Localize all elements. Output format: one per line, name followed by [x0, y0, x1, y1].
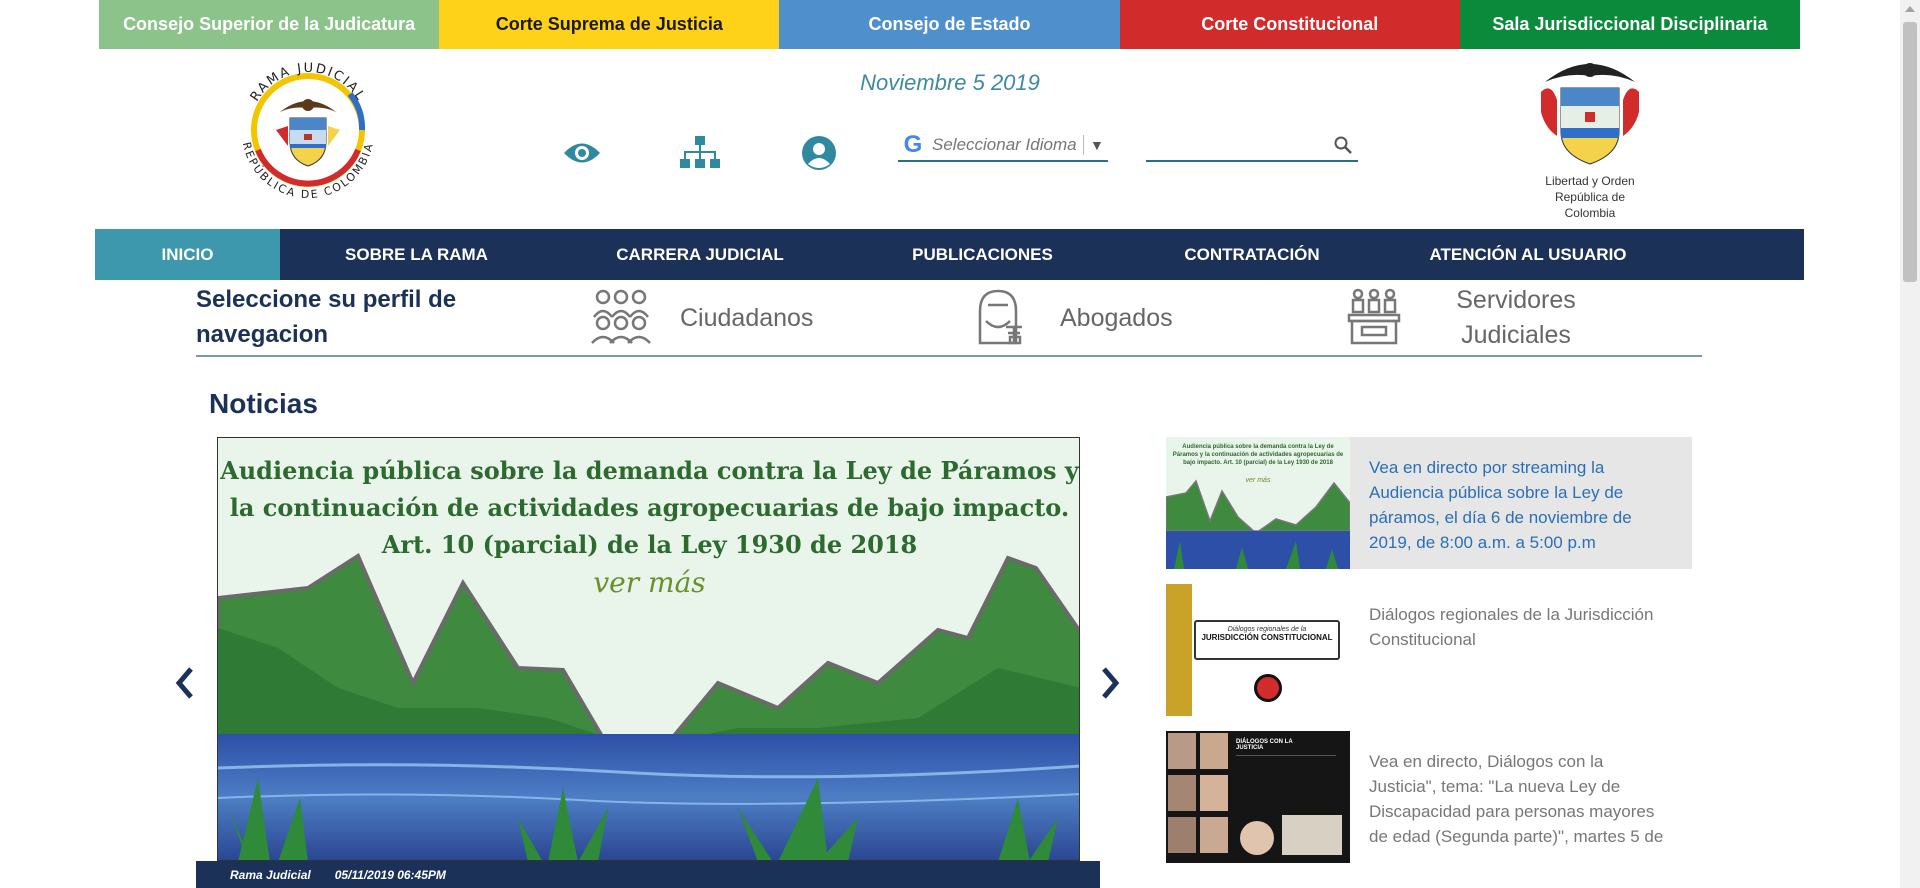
sitemap-icon[interactable]: [680, 133, 720, 173]
news-item-text: Vea en directo, Diálogos con la Justicia…: [1369, 752, 1664, 846]
slide-source: Rama Judicial: [230, 867, 311, 882]
chevron-right-icon[interactable]: [1098, 665, 1122, 701]
language-select[interactable]: G Seleccionar Idioma ▼: [898, 130, 1108, 162]
news-thumbnail: Audiencia pública sobre la demanda contr…: [1166, 437, 1350, 569]
news-list-item[interactable]: DIÁLOGOS CON LA JUSTICIA Vea en directo,…: [1166, 731, 1692, 863]
language-separator: [1083, 135, 1084, 155]
slide-datetime: 05/11/2019 06:45PM: [334, 867, 446, 882]
scroll-up-icon[interactable]: [1905, 6, 1915, 12]
news-item-text: Diálogos regionales de la Jurisdicción C…: [1369, 605, 1654, 649]
main-nav: INICIO SOBRE LA RAMA CARRERA JUDICIAL PU…: [95, 229, 1804, 280]
rama-judicial-logo[interactable]: RAMA JUDICIAL REPÚBLICA DE COLOMBIA: [228, 50, 388, 210]
profile-label-servidores: Servidores Judiciales: [1456, 286, 1576, 349]
slide-caption: Rama Judicial 05/11/2019 06:45PM: [196, 861, 1100, 888]
colombia-coat-of-arms[interactable]: Libertad y Orden República de Colombia: [1528, 52, 1652, 220]
search-icon[interactable]: [1334, 136, 1352, 159]
news-item-text: Vea en directo por streaming la Audienci…: [1369, 458, 1632, 552]
eye-icon[interactable]: [562, 133, 602, 173]
search-input[interactable]: [1146, 130, 1358, 162]
nav-item-sobre-la-rama[interactable]: SOBRE LA RAMA: [280, 229, 553, 280]
google-icon: G: [903, 131, 923, 158]
profile-option-abogados[interactable]: Abogados: [966, 282, 1173, 354]
profile-label-abogados: Abogados: [1060, 303, 1173, 332]
nav-item-contratacion[interactable]: CONTRATACIÓN: [1118, 229, 1386, 280]
profile-option-ciudadanos[interactable]: Ciudadanos: [586, 282, 813, 354]
thumb-caption: DIÁLOGOS CON LA JUSTICIA: [1236, 739, 1293, 751]
scrollbar-thumb[interactable]: [1903, 22, 1917, 282]
citizens-icon: [586, 287, 656, 350]
lawyer-icon: [966, 287, 1030, 350]
branch-link-consejo-estado[interactable]: Consejo de Estado: [779, 0, 1120, 49]
news-heading: Noticias: [209, 388, 318, 419]
branch-link-consejo-superior[interactable]: Consejo Superior de la Judicatura: [99, 0, 440, 49]
nav-item-carrera-judicial[interactable]: CARRERA JUDICIAL: [553, 229, 847, 280]
news-slider[interactable]: Audiencia pública sobre la demanda contr…: [217, 437, 1080, 861]
slide-illustration: [218, 553, 1079, 860]
profile-divider: [196, 355, 1702, 357]
chevron-down-icon: ▼: [1090, 137, 1104, 153]
profile-label-ciudadanos: Ciudadanos: [680, 303, 814, 332]
user-icon[interactable]: [799, 133, 839, 173]
thumb-caption: Diálogos regionales de la: [1227, 626, 1307, 633]
nav-item-publicaciones[interactable]: PUBLICACIONES: [847, 229, 1118, 280]
profile-title: Seleccione su perfil de navegacion: [196, 286, 457, 348]
chevron-left-icon[interactable]: [173, 665, 197, 701]
nav-item-inicio[interactable]: INICIO: [95, 229, 280, 280]
current-date: Noviembre 5 2019: [860, 70, 1040, 95]
news-list-item[interactable]: Audiencia pública sobre la demanda contr…: [1166, 437, 1692, 569]
coat-caption-1: Libertad y Orden: [1545, 174, 1635, 188]
profile-option-servidores[interactable]: Servidores Judiciales: [1346, 282, 1576, 354]
branch-link-sala-disciplinaria[interactable]: Sala Jurisdiccional Disciplinaria: [1459, 0, 1801, 49]
scrollbar[interactable]: [1900, 0, 1920, 888]
news-thumbnail: Diálogos regionales de la JURISDICCIÓN C…: [1166, 584, 1350, 716]
branch-bar: Consejo Superior de la Judicatura Corte …: [99, 0, 1801, 49]
branch-link-corte-constitucional[interactable]: Corte Constitucional: [1119, 0, 1460, 49]
language-select-label: Seleccionar Idioma: [932, 135, 1077, 154]
thumb-caption-2: JURISDICCIÓN CONSTITUCIONAL: [1201, 633, 1333, 642]
news-thumbnail: DIÁLOGOS CON LA JUSTICIA: [1166, 731, 1350, 863]
news-list-item[interactable]: Diálogos regionales de la JURISDICCIÓN C…: [1166, 584, 1692, 716]
page: Consejo Superior de la Judicatura Corte …: [0, 0, 1920, 888]
coat-caption-2: República de Colombia: [1554, 190, 1626, 220]
nav-item-atencion-usuario[interactable]: ATENCIÓN AL USUARIO: [1386, 229, 1670, 280]
branch-link-corte-suprema[interactable]: Corte Suprema de Justicia: [439, 0, 780, 49]
judicial-servers-icon: [1346, 287, 1402, 350]
